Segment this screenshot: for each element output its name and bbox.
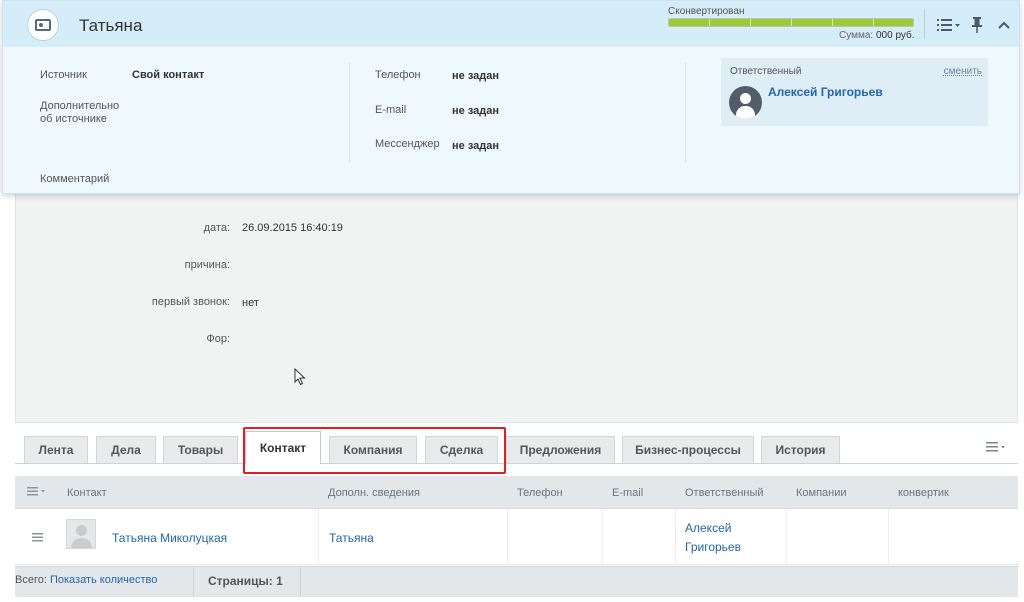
cell-divider (507, 509, 508, 565)
col-header-contact[interactable]: Контакт (67, 487, 107, 499)
tab-tasks[interactable]: Дела (96, 436, 156, 463)
change-responsible-link[interactable]: сменить (944, 66, 982, 77)
messenger-label: Мессенджер (375, 138, 440, 150)
source-info-label-line2: об источнике (40, 113, 107, 125)
phone-label: Телефон (375, 69, 421, 81)
tab-products[interactable]: Товары (163, 436, 238, 463)
collapse-icon[interactable] (995, 15, 1013, 35)
email-label: E-mail (375, 104, 407, 116)
tabs-menu-icon[interactable] (986, 441, 1006, 456)
col-header-envelope[interactable]: конвертик (898, 487, 949, 499)
comment-label: Комментарий (40, 173, 110, 185)
cell-divider (675, 509, 676, 565)
date-value: 26.09.2015 16:40:19 (242, 222, 343, 234)
messenger-value[interactable]: не задан (452, 140, 499, 152)
contact-photo (66, 519, 96, 549)
col-header-companies[interactable]: Компании (796, 487, 847, 499)
col-header-email[interactable]: E-mail (612, 487, 643, 499)
tab-company[interactable]: Компания (329, 436, 417, 463)
tab-business-processes[interactable]: Бизнес-процессы (622, 436, 754, 463)
col-header-extra[interactable]: Дополн. сведения (328, 487, 420, 499)
tabs-baseline (15, 463, 1018, 464)
responsible-link-line1[interactable]: Алексей (685, 521, 731, 535)
cell-divider (318, 509, 319, 565)
for-label: Фор: (206, 333, 230, 345)
conversion-label: Сконвертирован (668, 6, 745, 17)
total-count: Всего: Показать количество (15, 574, 157, 586)
header-divider (924, 9, 925, 39)
sum-label: Сумма: (839, 30, 874, 41)
responsible-name[interactable]: Алексей Григорьев (768, 85, 883, 99)
tab-quotes[interactable]: Предложения (506, 436, 615, 463)
column-divider (349, 63, 350, 163)
show-count-link[interactable]: Показать количество (50, 574, 157, 586)
pin-icon[interactable] (969, 15, 985, 35)
col-header-phone[interactable]: Телефон (517, 487, 563, 499)
source-info-label-line1: Дополнительно (40, 100, 120, 112)
lead-card: Татьяна Сконвертирован Сумма: 000 руб. И… (2, 0, 1020, 194)
mouse-cursor-icon (294, 368, 306, 386)
source-value: Свой контакт (132, 69, 205, 81)
sum-value: 000 руб. (875, 30, 915, 41)
details-panel: дата: 26.09.2015 16:40:19 причина: первы… (15, 194, 1018, 423)
lead-title: Татьяна (79, 16, 143, 35)
grid-header: Контакт Дополн. сведения Телефон E-mail … (15, 476, 1018, 509)
responsible-box: Ответственный сменить Алексей Григорьев (721, 58, 988, 126)
list-menu-icon[interactable] (936, 15, 962, 35)
first-call-label: первый звонок: (151, 296, 230, 308)
footer-divider (300, 566, 301, 597)
conversion-progress-bar (668, 18, 914, 27)
tab-deal[interactable]: Сделка (425, 436, 498, 463)
grid-footer (15, 566, 1018, 597)
grid-settings-icon[interactable] (27, 485, 47, 499)
tab-contact[interactable]: Контакт (245, 431, 321, 464)
total-label: Всего: (15, 574, 47, 586)
cell-divider (602, 509, 603, 565)
responsible-label: Ответственный (730, 66, 802, 77)
row-actions-icon[interactable] (32, 531, 44, 545)
reason-label: причина: (184, 259, 230, 271)
conversion-sum: Сумма: 000 руб. (839, 30, 915, 41)
responsible-avatar (729, 86, 762, 119)
tab-feed[interactable]: Лента (24, 436, 88, 463)
date-label: дата: (203, 222, 230, 234)
lead-header: Татьяна Сконвертирован Сумма: 000 руб. (3, 1, 1019, 47)
cell-divider (888, 509, 889, 565)
tab-history[interactable]: История (761, 436, 840, 463)
contact-extra-link[interactable]: Татьяна (329, 531, 374, 545)
email-value[interactable]: не задан (452, 105, 499, 117)
phone-value[interactable]: не задан (452, 70, 499, 82)
pages-indicator: Страницы: 1 (208, 574, 283, 588)
first-call-value: нет (242, 297, 259, 309)
col-header-responsible[interactable]: Ответственный (685, 487, 764, 499)
contact-name-link[interactable]: Татьяна Миколуцкая (112, 531, 227, 545)
cell-divider (786, 509, 787, 565)
responsible-link-line2[interactable]: Григорьев (685, 540, 741, 554)
source-label: Источник (40, 69, 87, 81)
column-divider (685, 63, 686, 163)
footer-divider (193, 566, 194, 597)
lead-icon (27, 9, 59, 41)
